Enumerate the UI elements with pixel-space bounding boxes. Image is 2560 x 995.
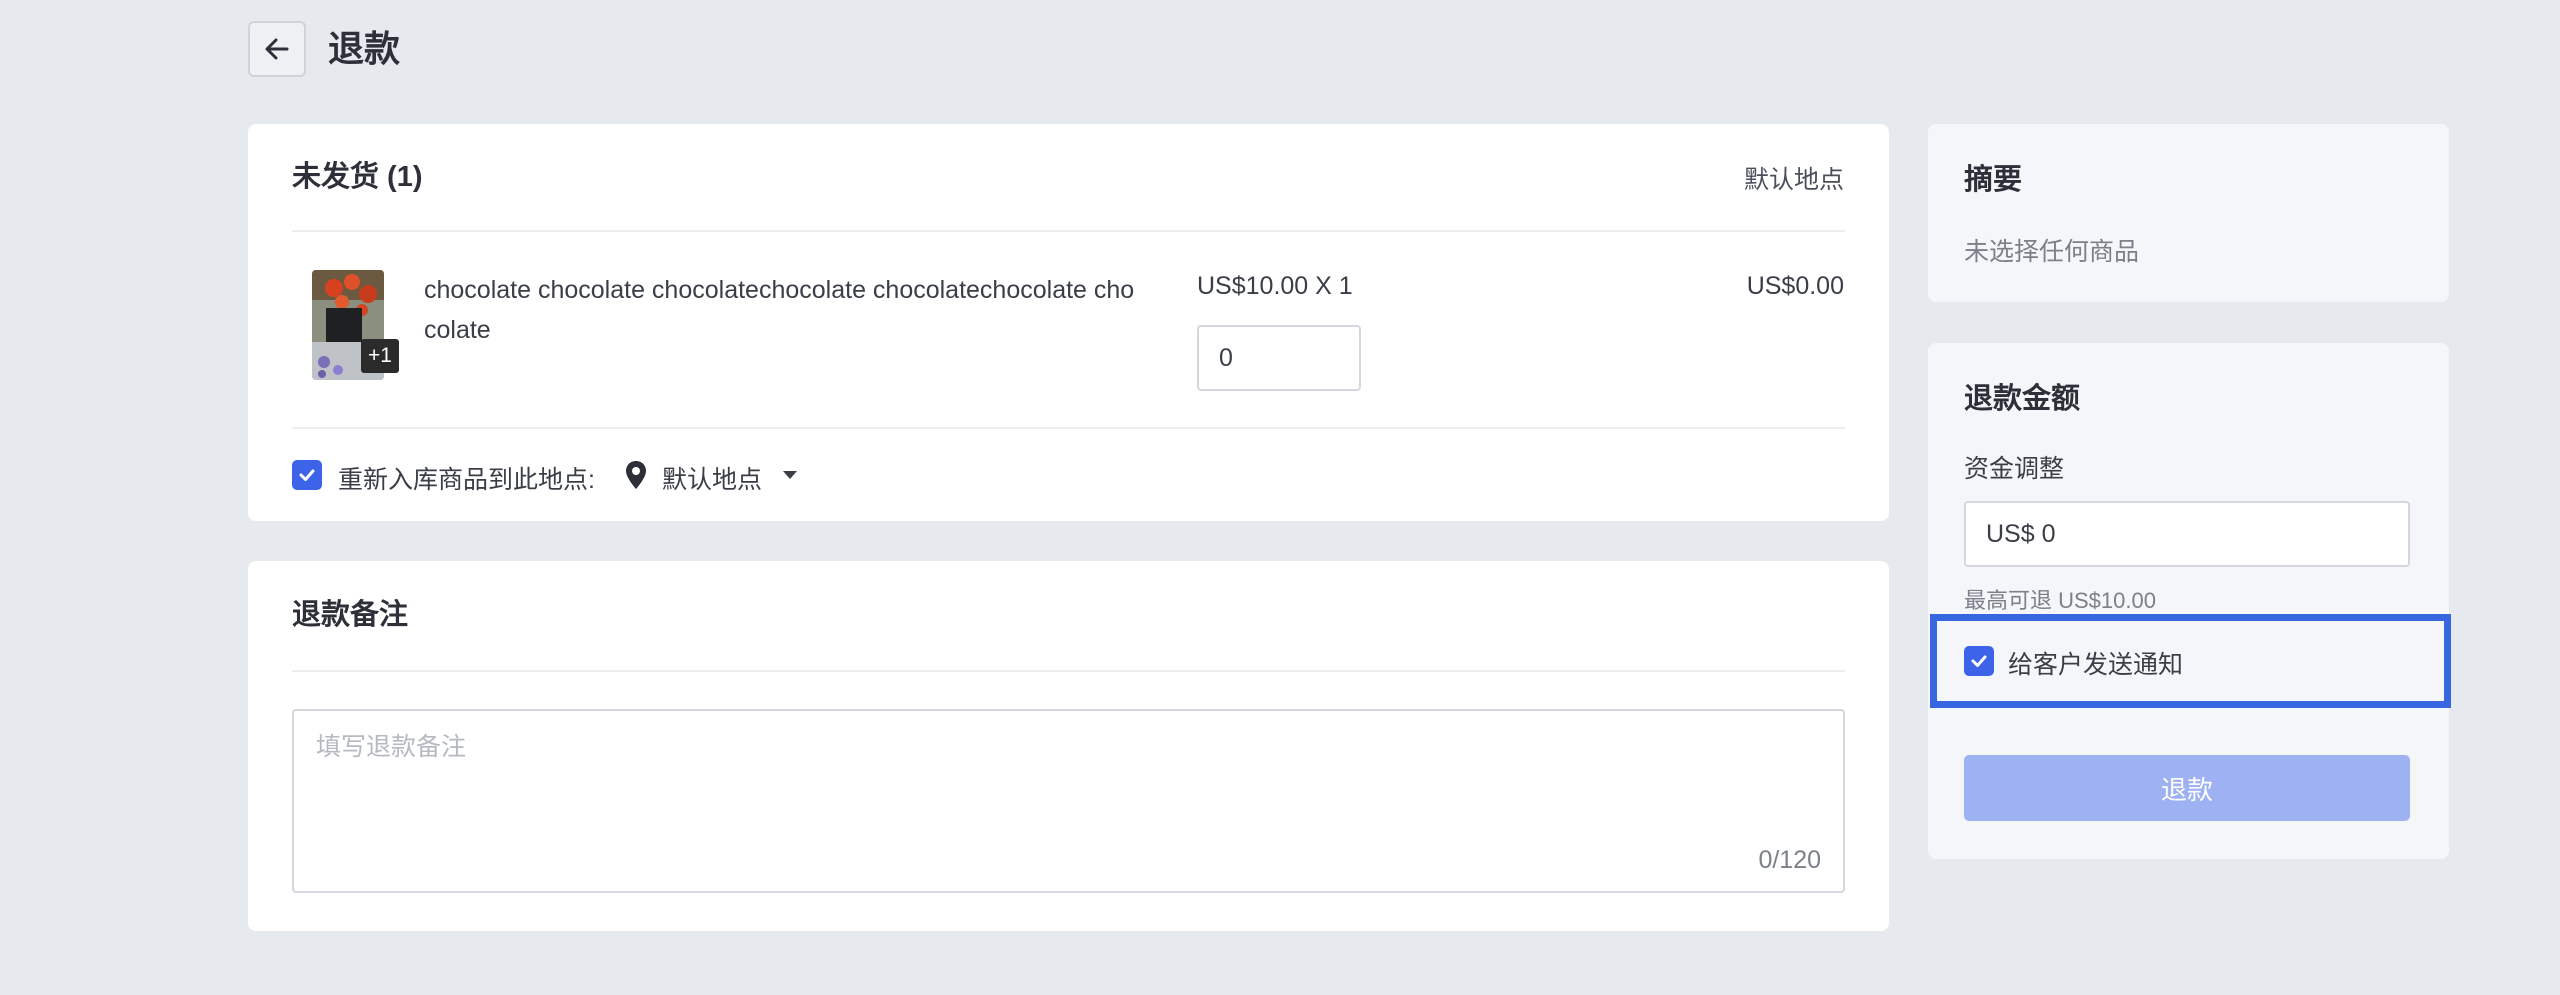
adjustment-label: 资金调整: [1964, 455, 2065, 483]
refund-button[interactable]: 退款: [1964, 755, 2410, 821]
arrow-left-icon: [265, 38, 289, 60]
notify-customer-label: 给客户发送通知: [2008, 651, 2184, 679]
summary-title: 摘要: [1964, 164, 2023, 196]
notes-placeholder: 填写退款备注: [316, 733, 467, 761]
line-total: US$0.00: [1746, 272, 1844, 300]
restock-checkbox[interactable]: [292, 460, 322, 490]
divider: [292, 427, 1845, 429]
summary-empty-text: 未选择任何商品: [1964, 238, 2140, 266]
unit-price: US$10.00 X 1: [1197, 272, 1353, 300]
refund-amount-value: US$ 0: [1986, 519, 2056, 548]
summary-card: 摘要 未选择任何商品: [1928, 124, 2449, 302]
refund-notes-card: 退款备注 填写退款备注 0/120: [248, 561, 1889, 931]
unshipped-card: 未发货 (1) 默认地点 +1 chocolate chocolate choc…: [248, 124, 1889, 521]
notes-title: 退款备注: [292, 599, 409, 631]
refund-quantity-input[interactable]: [1197, 325, 1361, 391]
divider: [292, 230, 1845, 232]
max-refund-hint: 最高可退 US$10.00: [1964, 588, 2156, 613]
caret-down-icon[interactable]: [783, 471, 797, 479]
restock-location-select[interactable]: 默认地点: [662, 460, 762, 496]
unshipped-title: 未发货 (1): [292, 161, 423, 193]
refund-amount-input[interactable]: US$ 0: [1964, 501, 2410, 567]
product-name: chocolate chocolate chocolatechocolate c…: [424, 276, 1135, 344]
location-pin-icon: [626, 461, 646, 489]
refund-amount-title: 退款金额: [1964, 383, 2081, 415]
more-images-badge: +1: [361, 339, 399, 373]
notify-customer-checkbox[interactable]: [1964, 646, 1994, 676]
notes-char-counter: 0/120: [1758, 846, 1821, 874]
check-icon: [299, 469, 315, 481]
check-icon: [1971, 655, 1987, 667]
divider: [292, 670, 1845, 672]
back-button[interactable]: [248, 21, 306, 77]
fulfillment-location: 默认地点: [1743, 166, 1844, 194]
refund-amount-card: 退款金额 资金调整 US$ 0 最高可退 US$10.00 给客户发送通知 退款: [1928, 343, 2451, 859]
refund-notes-textarea[interactable]: 填写退款备注 0/120: [292, 709, 1845, 893]
page-title: 退款: [328, 28, 401, 69]
restock-label: 重新入库商品到此地点:: [338, 466, 595, 494]
